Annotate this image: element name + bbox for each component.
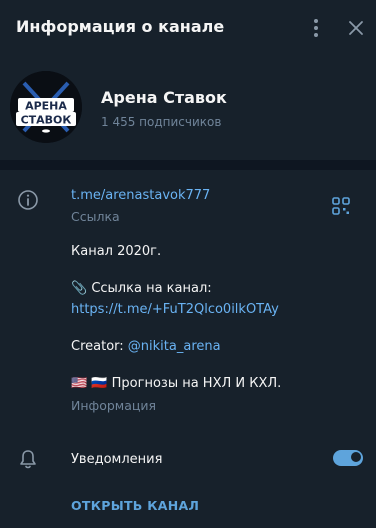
close-icon[interactable]	[345, 17, 367, 39]
open-channel-button[interactable]: ОТКРЫТЬ КАНАЛ	[71, 498, 199, 513]
info-icon	[17, 189, 39, 211]
qr-code-icon[interactable]	[331, 196, 351, 216]
creator-handle-link[interactable]: @nikita_arena	[128, 339, 221, 354]
section-divider	[0, 160, 376, 170]
channel-link[interactable]: t.me/arenastavok777	[71, 188, 210, 203]
notifications-toggle[interactable]	[333, 450, 363, 466]
subscriber-count: 1 455 подписчиков	[101, 115, 222, 129]
bell-icon	[18, 448, 38, 470]
notifications-label: Уведомления	[71, 452, 163, 467]
description-line-2: 📎 Ссылка на канал:	[71, 281, 212, 296]
avatar: АРЕНА СТАВОК	[10, 71, 82, 143]
link-caption: Ссылка	[71, 209, 120, 224]
header-title: Информация о канале	[16, 17, 225, 36]
description-line-3: 🇺🇸 🇷🇺 Прогнозы на НХЛ И КХЛ.	[71, 376, 282, 391]
header: Информация о канале	[0, 0, 376, 56]
creator-prefix: Creator:	[71, 339, 124, 354]
avatar-text-line1: АРЕНА	[25, 100, 67, 113]
channel-profile: АРЕНА СТАВОК Арена Ставок 1 455 подписчи…	[0, 56, 376, 156]
invite-link[interactable]: https://t.me/+FuT2Qlco0ilkOTAy	[71, 302, 279, 317]
channel-name: Арена Ставок	[101, 88, 227, 107]
description-line-1: Канал 2020г.	[71, 244, 162, 259]
creator-line: Creator: @nikita_arena	[71, 339, 221, 354]
toggle-knob	[350, 451, 362, 463]
avatar-text-line2: СТАВОК	[21, 114, 72, 127]
description-caption: Информация	[71, 398, 157, 413]
more-vertical-icon[interactable]	[306, 16, 326, 40]
